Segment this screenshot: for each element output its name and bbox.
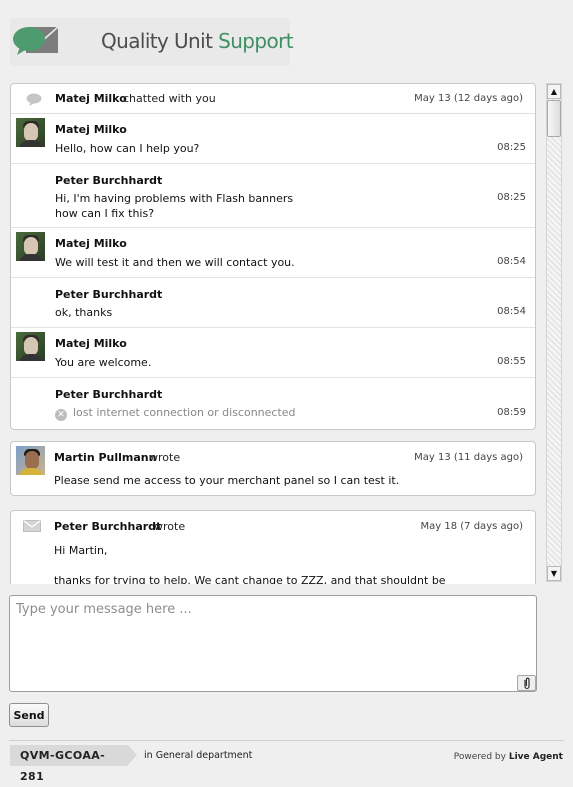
message-time: 08:59 (497, 407, 526, 418)
message-time: 08:54 (497, 306, 526, 317)
dept-suffix: department (196, 750, 253, 761)
mail-text-line: thanks for trying to help. We cant chang… (54, 574, 446, 584)
message-text: We will test it and then we will contact… (55, 256, 295, 269)
paperclip-icon[interactable] (517, 675, 536, 691)
chat-message: Matej Milko Hello, how can I help you? 0… (11, 114, 535, 164)
mail-box: Peter Burchhardt wrote May 18 (7 days ag… (10, 510, 536, 584)
avatar (16, 446, 45, 475)
disconnect-status: ✕ lost internet connection or disconnecte… (55, 406, 296, 421)
chat-header-author: Matej Milko (55, 92, 127, 105)
chat-conversation-box: Matej Milko chatted with you May 13 (12 … (10, 83, 536, 430)
footer-divider (9, 740, 564, 741)
message-input[interactable] (9, 595, 537, 692)
message-text: You are welcome. (55, 356, 152, 369)
mail-action: wrote (154, 520, 186, 533)
mail-date: May 18 (7 days ago) (420, 521, 523, 532)
chat-message: Peter Burchhardt ok, thanks 08:54 (11, 278, 535, 328)
note-author: Martin Pullmann (54, 451, 157, 464)
mail-author: Peter Burchhardt (54, 520, 162, 533)
message-author: Matej Milko (55, 123, 127, 136)
message-text-line: Hi, I'm having problems with Flash banne… (55, 192, 294, 205)
avatar (16, 118, 45, 147)
message-text: ok, thanks (55, 306, 113, 319)
message-author: Peter Burchhardt (55, 288, 163, 301)
logo: Quality Unit Support (10, 18, 294, 66)
avatar (16, 232, 45, 261)
chat-header-action: chatted with you (123, 92, 216, 105)
message-list[interactable]: Matej Milko chatted with you May 13 (12 … (0, 80, 573, 584)
dept-name: General (155, 750, 194, 761)
envelope-icon (23, 520, 41, 532)
status-text: lost internet connection or disconnected (73, 406, 296, 419)
mail-text-line: Hi Martin, (54, 544, 108, 557)
note-action: wrote (149, 451, 181, 464)
ticket-badge-arrow (128, 745, 137, 765)
message-author: Peter Burchhardt (55, 174, 163, 187)
note-date: May 13 (11 days ago) (414, 452, 523, 463)
chat-bubble-icon (26, 93, 42, 106)
scroll-thumb[interactable] (547, 100, 561, 137)
note-text: Please send me access to your merchant p… (54, 474, 400, 487)
ticket-id-badge: QVM-GCOAA-281 (10, 745, 128, 783)
scrollbar[interactable]: ▲ ▼ (546, 83, 562, 582)
message-time: 08:25 (497, 192, 526, 203)
chat-message: Peter Burchhardt ✕ lost internet connecti… (11, 378, 535, 429)
send-button[interactable]: Send (9, 703, 49, 727)
powered-brand[interactable]: Live Agent (509, 752, 563, 762)
dept-prefix: in (144, 750, 153, 761)
message-author: Matej Milko (55, 337, 127, 350)
message-text: Hello, how can I help you? (55, 142, 200, 155)
logo-chat-mail-icon (13, 26, 59, 55)
x-circle-icon: ✕ (55, 409, 67, 421)
message-author: Matej Milko (55, 237, 127, 250)
chat-message: Matej Milko We will test it and then we … (11, 228, 535, 278)
message-time: 08:25 (497, 142, 526, 153)
chat-message: Peter Burchhardt Hi, I'm having problems… (11, 164, 535, 228)
message-time: 08:55 (497, 356, 526, 367)
message-author: Peter Burchhardt (55, 388, 163, 401)
attach-icon (523, 677, 530, 690)
scroll-down-button[interactable]: ▼ (547, 566, 561, 581)
department-info: in General department (144, 750, 252, 761)
powered-prefix: Powered by (453, 752, 506, 762)
chat-header: Matej Milko chatted with you May 13 (12 … (11, 84, 535, 114)
powered-by: Powered by Live Agent (454, 752, 563, 762)
message-text-line: how can I fix this? (55, 207, 155, 220)
chat-message: Matej Milko You are welcome. 08:55 (11, 328, 535, 378)
brand-name: Quality Unit Support (101, 29, 294, 53)
scroll-up-button[interactable]: ▲ (547, 84, 561, 99)
note-box: Martin Pullmann wrote May 13 (11 days ag… (10, 441, 536, 496)
chat-header-date: May 13 (12 days ago) (414, 93, 523, 104)
message-time: 08:54 (497, 256, 526, 267)
avatar (16, 332, 45, 361)
